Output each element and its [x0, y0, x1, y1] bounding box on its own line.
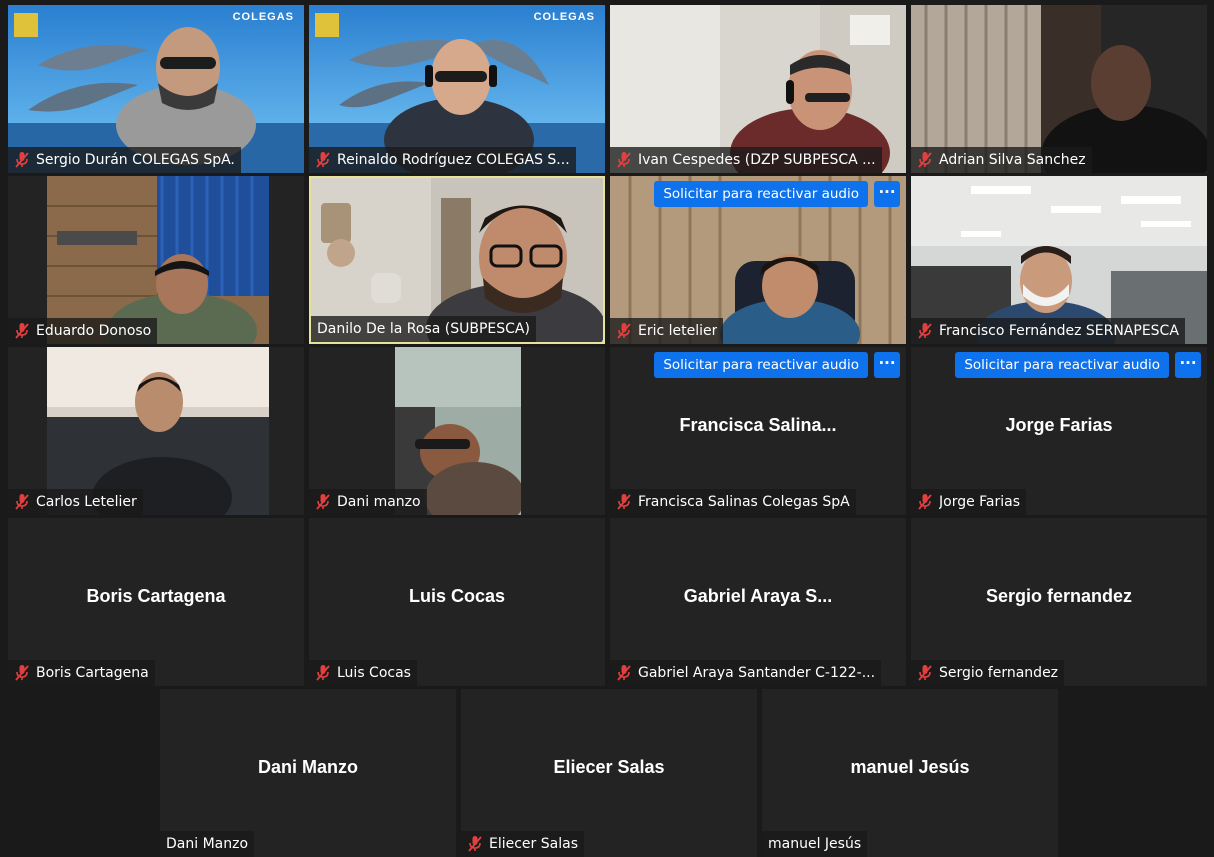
muted-mic-icon — [917, 664, 933, 682]
participant-name-label: manuel Jesús — [762, 831, 868, 857]
participant-name-label: Gabriel Araya Santander C-122-... — [610, 660, 882, 686]
participant-name-label: Sergio fernandez — [911, 660, 1065, 686]
gallery-view: COLEGAS Sergio Durán COLEGAS SpA. COLEGA… — [0, 0, 1214, 857]
participant-tile[interactable]: Francisco Fernández SERNAPESCA — [911, 176, 1207, 344]
muted-mic-icon — [616, 322, 632, 340]
participant-tile[interactable]: COLEGAS Reinaldo Rodríguez COLEGAS S... — [309, 5, 605, 173]
participant-tile[interactable]: manuel Jesús manuel Jesús — [762, 689, 1058, 857]
participant-tile[interactable]: Solicitar para reactivar audio ··· Eric … — [610, 176, 906, 344]
more-options-button[interactable]: ··· — [1175, 352, 1201, 378]
brand-text: COLEGAS — [533, 11, 595, 23]
participant-name-label: Ivan Cespedes (DZP SUBPESCA ... — [610, 147, 882, 173]
muted-mic-icon — [616, 664, 632, 682]
participant-name-label: Francisco Fernández SERNAPESCA — [911, 318, 1185, 344]
participant-tile[interactable]: Solicitar para reactivar audio ··· Franc… — [610, 347, 906, 515]
participant-tile[interactable]: Sergio fernandez Sergio fernandez — [911, 518, 1207, 686]
participant-display-name: Sergio fernandez — [985, 586, 1133, 606]
muted-mic-icon — [616, 151, 632, 169]
participant-tile[interactable]: Gabriel Araya S... Gabriel Araya Santand… — [610, 518, 906, 686]
more-options-button[interactable]: ··· — [874, 352, 900, 378]
brand-text: COLEGAS — [232, 11, 294, 23]
muted-mic-icon — [467, 835, 483, 853]
muted-mic-icon — [917, 151, 933, 169]
muted-mic-icon — [315, 151, 331, 169]
participant-tile[interactable]: Luis Cocas Luis Cocas — [309, 518, 605, 686]
participant-tile[interactable]: Ivan Cespedes (DZP SUBPESCA ... — [610, 5, 906, 173]
muted-mic-icon — [14, 151, 30, 169]
participant-tile[interactable]: Eliecer Salas Eliecer Salas — [461, 689, 757, 857]
participant-name-label: Luis Cocas — [309, 660, 417, 686]
participant-name-label: Boris Cartagena — [8, 660, 155, 686]
participant-display-name: manuel Jesús — [850, 757, 970, 777]
participant-tile[interactable]: Solicitar para reactivar audio ··· Jorge… — [911, 347, 1207, 515]
request-unmute-button[interactable]: Solicitar para reactivar audio — [955, 352, 1169, 378]
participant-tile[interactable]: Carlos Letelier — [8, 347, 304, 515]
participant-display-name: Luis Cocas — [408, 586, 506, 606]
participant-display-name: Gabriel Araya S... — [683, 586, 833, 606]
participant-name-label: Eliecer Salas — [461, 831, 584, 857]
more-options-button[interactable]: ··· — [874, 181, 900, 207]
participant-name-label: Dani manzo — [309, 489, 427, 515]
participant-display-name: Boris Cartagena — [86, 586, 226, 606]
participant-name-label: Francisca Salinas Colegas SpA — [610, 489, 856, 515]
participant-name-label: Adrian Silva Sanchez — [911, 147, 1092, 173]
request-unmute-button[interactable]: Solicitar para reactivar audio — [654, 352, 868, 378]
muted-mic-icon — [14, 322, 30, 340]
participant-name-label: Reinaldo Rodríguez COLEGAS S... — [309, 147, 576, 173]
participant-tile-active-speaker[interactable]: Danilo De la Rosa (SUBPESCA) — [309, 176, 605, 344]
participant-name-label: Eric letelier — [610, 318, 724, 344]
participant-tile[interactable]: Adrian Silva Sanchez — [911, 5, 1207, 173]
muted-mic-icon — [917, 322, 933, 340]
participant-name-label: Dani Manzo — [160, 831, 255, 857]
participant-name-label: Eduardo Donoso — [8, 318, 158, 344]
muted-mic-icon — [14, 664, 30, 682]
participant-display-name: Eliecer Salas — [553, 757, 665, 777]
participant-tile[interactable]: Dani Manzo Dani Manzo — [160, 689, 456, 857]
request-unmute-button[interactable]: Solicitar para reactivar audio — [654, 181, 868, 207]
participant-display-name: Dani Manzo — [257, 757, 358, 777]
muted-mic-icon — [14, 493, 30, 511]
participant-tile[interactable]: COLEGAS Sergio Durán COLEGAS SpA. — [8, 5, 304, 173]
participant-name-label: Sergio Durán COLEGAS SpA. — [8, 147, 241, 173]
muted-mic-icon — [315, 664, 331, 682]
muted-mic-icon — [616, 493, 632, 511]
participant-display-name: Jorge Farias — [1005, 415, 1113, 435]
participant-name-label: Jorge Farias — [911, 489, 1027, 515]
participant-tile[interactable]: Boris Cartagena Boris Cartagena — [8, 518, 304, 686]
participant-tile[interactable]: Eduardo Donoso — [8, 176, 304, 344]
muted-mic-icon — [315, 493, 331, 511]
participant-name-label: Carlos Letelier — [8, 489, 143, 515]
participant-display-name: Francisca Salina... — [679, 415, 837, 435]
participant-tile[interactable]: Dani manzo — [309, 347, 605, 515]
colegas-logo — [14, 13, 38, 37]
muted-mic-icon — [917, 493, 933, 511]
participant-name-label: Danilo De la Rosa (SUBPESCA) — [311, 316, 536, 342]
